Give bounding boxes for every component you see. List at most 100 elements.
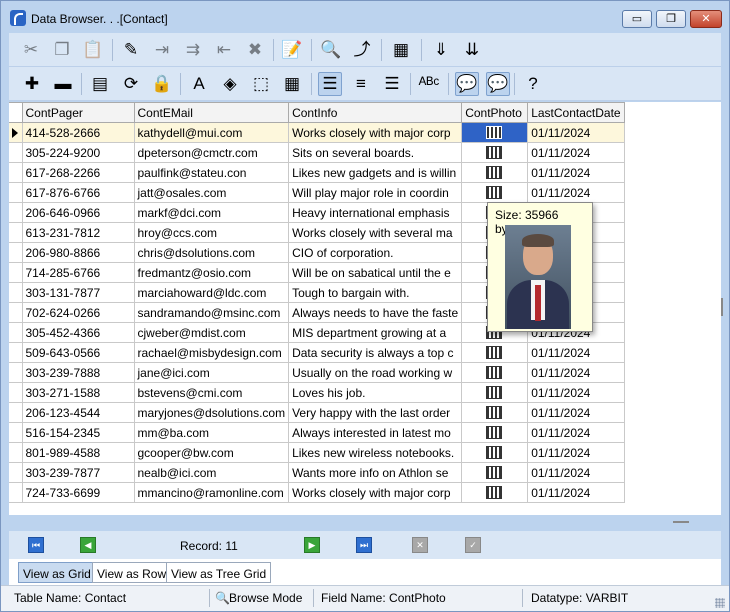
- table-row[interactable]: 414-528-2666 kathydell@mui.com Works close…: [9, 122, 625, 143]
- fill-color-icon[interactable]: ◈: [218, 72, 242, 96]
- tab-view-as-row[interactable]: View as Row: [92, 562, 172, 583]
- cell-contpager[interactable]: 617-876-6766: [21, 182, 135, 203]
- cell-contphoto[interactable]: [461, 122, 529, 143]
- cell-contpager[interactable]: 414-528-2666: [21, 122, 135, 143]
- minimize-button[interactable]: ▭: [622, 10, 652, 28]
- append-row-icon[interactable]: ⇉: [181, 38, 205, 62]
- fit-columns-icon[interactable]: ⬚: [249, 72, 273, 96]
- show-memo-tips-icon[interactable]: 💬: [455, 72, 479, 96]
- cell-contpager[interactable]: 303-239-7877: [21, 462, 135, 483]
- cell-continfo[interactable]: Loves his job.: [288, 382, 463, 403]
- horizontal-scroll-thumb[interactable]: [673, 521, 689, 523]
- close-button[interactable]: ✕: [690, 10, 722, 28]
- cell-continfo[interactable]: Always needs to have the faste: [288, 302, 463, 323]
- last-record-button[interactable]: ⏭: [356, 537, 372, 553]
- cut-icon[interactable]: ✂: [19, 38, 43, 62]
- cell-contphoto[interactable]: [461, 462, 529, 483]
- cell-contemail[interactable]: sandramando@msinc.com: [133, 302, 290, 323]
- add-record-icon[interactable]: ✚: [20, 72, 44, 96]
- cell-contphoto[interactable]: [461, 422, 529, 443]
- cell-contphoto[interactable]: [461, 162, 529, 183]
- cell-lastcontactdate[interactable]: 01/11/2024: [527, 122, 625, 143]
- align-right-icon[interactable]: ☰: [380, 72, 404, 96]
- cell-contemail[interactable]: nealb@ici.com: [133, 462, 290, 483]
- cell-contemail[interactable]: mmancino@ramonline.com: [133, 482, 290, 503]
- delete-x-icon[interactable]: ✖: [243, 38, 267, 62]
- tab-view-as-grid[interactable]: View as Grid: [18, 562, 96, 583]
- grid-lines-icon[interactable]: ▦: [280, 72, 304, 96]
- cell-continfo[interactable]: Works closely with major corp: [288, 122, 463, 143]
- cell-continfo[interactable]: Tough to bargain with.: [288, 282, 463, 303]
- cell-contpager[interactable]: 303-271-1588: [21, 382, 135, 403]
- insert-row-icon[interactable]: ⇥: [150, 38, 174, 62]
- cell-continfo[interactable]: Data security is always a top c: [288, 342, 463, 363]
- cell-continfo[interactable]: Will be on sabatical until the e: [288, 262, 463, 283]
- font-icon[interactable]: A: [187, 72, 211, 96]
- cell-continfo[interactable]: Works closely with several ma: [288, 222, 463, 243]
- cell-lastcontactdate[interactable]: 01/11/2024: [527, 182, 625, 203]
- cell-contpager[interactable]: 303-131-7877: [21, 282, 135, 303]
- table-row[interactable]: 303-239-7877 nealb@ici.com Wants more info…: [9, 462, 625, 483]
- column-header-contpager[interactable]: ContPager: [21, 102, 135, 123]
- table-row[interactable]: 509-643-0566 rachael@misbydesign.com Data …: [9, 342, 625, 363]
- prior-record-button[interactable]: ◀: [80, 537, 96, 553]
- find-next-icon[interactable]: ⤴: [350, 38, 374, 62]
- cell-contpager[interactable]: 305-452-4366: [21, 322, 135, 343]
- delete-record-icon[interactable]: ▬: [51, 72, 75, 96]
- cell-contpager[interactable]: 303-239-7888: [21, 362, 135, 383]
- cell-continfo[interactable]: MIS department growing at a: [288, 322, 463, 343]
- cell-lastcontactdate[interactable]: 01/11/2024: [527, 462, 625, 483]
- table-row[interactable]: 617-876-6766 jatt@osales.com Will play maj…: [9, 182, 625, 203]
- cell-contemail[interactable]: kathydell@mui.com: [133, 122, 290, 143]
- copy-icon[interactable]: ❐: [50, 38, 74, 62]
- align-left-icon[interactable]: ☰: [318, 72, 342, 96]
- find-icon[interactable]: 🔍: [319, 38, 343, 62]
- cell-continfo[interactable]: Wants more info on Athlon se: [288, 462, 463, 483]
- column-header-lastcontactdate[interactable]: LastContactDate: [527, 102, 625, 123]
- cell-lastcontactdate[interactable]: 01/11/2024: [527, 402, 625, 423]
- cell-contemail[interactable]: bstevens@cmi.com: [133, 382, 290, 403]
- spell-check-icon[interactable]: ᴬᴮᶜ: [417, 72, 441, 96]
- cell-contemail[interactable]: paulfink@stateu.con: [133, 162, 290, 183]
- cell-contemail[interactable]: gcooper@bw.com: [133, 442, 290, 463]
- cell-lastcontactdate[interactable]: 01/11/2024: [527, 142, 625, 163]
- cell-contemail[interactable]: jane@ici.com: [133, 362, 290, 383]
- cell-continfo[interactable]: Heavy international emphasis: [288, 202, 463, 223]
- delete-row-icon[interactable]: ⇤: [212, 38, 236, 62]
- data-grid[interactable]: ContPager ContEMail ContInfo ContPhoto L…: [9, 102, 723, 515]
- column-header-contemail[interactable]: ContEMail: [133, 102, 290, 123]
- cell-contpager[interactable]: 714-285-6766: [21, 262, 135, 283]
- cell-continfo[interactable]: Always interested in latest mo: [288, 422, 463, 443]
- cell-contemail[interactable]: mm@ba.com: [133, 422, 290, 443]
- help-icon[interactable]: ?: [521, 72, 545, 96]
- cell-contphoto[interactable]: [461, 382, 529, 403]
- layout-icon[interactable]: ▤: [88, 72, 112, 96]
- table-row[interactable]: 303-239-7888 jane@ici.com Usually on the r…: [9, 362, 625, 383]
- column-header-contphoto[interactable]: ContPhoto: [461, 102, 529, 123]
- cell-lastcontactdate[interactable]: 01/11/2024: [527, 422, 625, 443]
- post-edit-button[interactable]: ✓: [465, 537, 481, 553]
- cell-contphoto[interactable]: [461, 142, 529, 163]
- cell-lastcontactdate[interactable]: 01/11/2024: [527, 342, 625, 363]
- cell-continfo[interactable]: Will play major role in coordin: [288, 182, 463, 203]
- cell-contpager[interactable]: 617-268-2266: [21, 162, 135, 183]
- cell-lastcontactdate[interactable]: 01/11/2024: [527, 482, 625, 503]
- table-row[interactable]: 617-268-2266 paulfink@stateu.con Likes new…: [9, 162, 625, 183]
- cell-continfo[interactable]: Usually on the road working w: [288, 362, 463, 383]
- paste-icon[interactable]: 📋: [81, 38, 105, 62]
- cell-lastcontactdate[interactable]: 01/11/2024: [527, 162, 625, 183]
- vertical-scroll-thumb[interactable]: [721, 298, 723, 316]
- cell-contemail[interactable]: cjweber@mdist.com: [133, 322, 290, 343]
- table-row[interactable]: 206-123-4544 maryjones@dsolutions.com Very…: [9, 402, 625, 423]
- table-row[interactable]: 305-224-9200 dpeterson@cmctr.com Sits on s…: [9, 142, 625, 163]
- column-header-continfo[interactable]: ContInfo: [288, 102, 463, 123]
- cell-contemail[interactable]: jatt@osales.com: [133, 182, 290, 203]
- cell-contphoto[interactable]: [461, 442, 529, 463]
- cell-continfo[interactable]: Likes new gadgets and is willin: [288, 162, 463, 183]
- cell-continfo[interactable]: Likes new wireless notebooks.: [288, 442, 463, 463]
- cell-contemail[interactable]: rachael@misbydesign.com: [133, 342, 290, 363]
- sort-descending-icon[interactable]: ⇊: [460, 38, 484, 62]
- cell-lastcontactdate[interactable]: 01/11/2024: [527, 442, 625, 463]
- lock-icon[interactable]: 🔒: [150, 72, 174, 96]
- edit-pencil-icon[interactable]: ✎: [119, 38, 143, 62]
